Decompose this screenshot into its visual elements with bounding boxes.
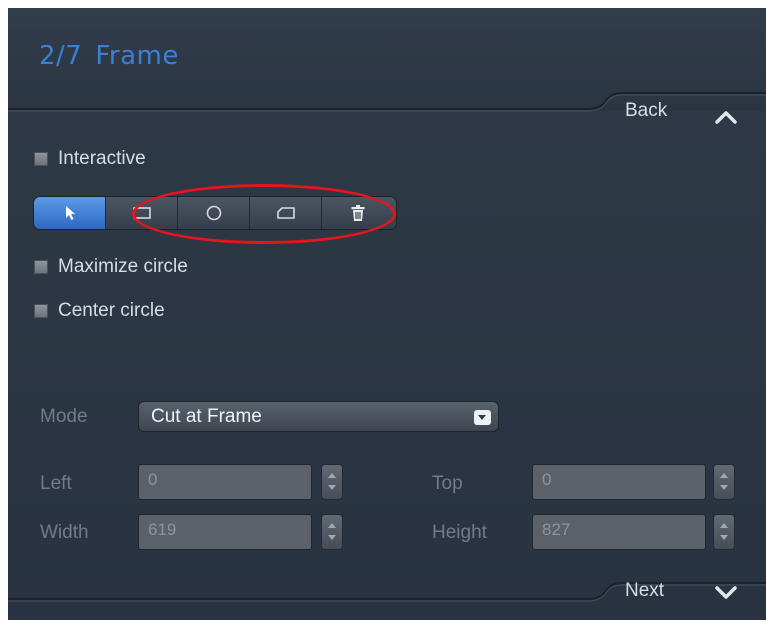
width-input[interactable]: 619 [138,514,312,550]
maximize-circle-checkbox[interactable] [34,260,48,274]
width-label: Width [40,522,89,543]
center-circle-option[interactable]: Center circle [34,300,165,322]
spin-up-icon[interactable] [720,473,728,478]
spin-down-icon[interactable] [328,485,336,490]
mode-label: Mode [40,406,88,427]
interactive-label: Interactive [58,148,146,169]
mode-dropdown[interactable]: Cut at Frame [138,401,499,432]
pointer-tool-button[interactable] [34,197,106,229]
top-spinner[interactable] [713,464,735,500]
annotation-ellipse [132,184,396,244]
height-label: Height [432,522,487,543]
width-spinner[interactable] [321,514,343,550]
pointer-icon [65,206,75,220]
top-label: Top [432,473,463,494]
maximize-circle-label: Maximize circle [58,256,188,277]
back-button[interactable]: Back [625,100,667,122]
interactive-checkbox[interactable] [34,152,48,166]
spin-up-icon[interactable] [328,473,336,478]
top-value: 0 [542,470,552,489]
spin-down-icon[interactable] [720,485,728,490]
chevron-down-icon[interactable] [714,585,738,601]
top-input[interactable]: 0 [532,464,706,500]
spin-down-icon[interactable] [720,535,728,540]
height-value: 827 [542,520,571,539]
center-circle-checkbox[interactable] [34,304,48,318]
spin-up-icon[interactable] [720,523,728,528]
spin-up-icon[interactable] [328,523,336,528]
height-input[interactable]: 827 [532,514,706,550]
frame-panel: 2/7 Frame Back Interactive Maximize circ… [8,8,766,620]
interactive-option[interactable]: Interactive [34,148,146,170]
width-value: 619 [148,520,177,539]
center-circle-label: Center circle [58,300,165,321]
next-button[interactable]: Next [625,580,664,602]
height-spinner[interactable] [713,514,735,550]
maximize-circle-option[interactable]: Maximize circle [34,256,188,278]
left-label: Left [40,473,72,494]
dropdown-arrow-icon[interactable] [474,410,491,425]
left-spinner[interactable] [321,464,343,500]
left-input[interactable]: 0 [138,464,312,500]
chevron-up-icon[interactable] [714,109,738,125]
left-value: 0 [148,470,158,489]
mode-value: Cut at Frame [151,406,262,427]
spin-down-icon[interactable] [328,535,336,540]
